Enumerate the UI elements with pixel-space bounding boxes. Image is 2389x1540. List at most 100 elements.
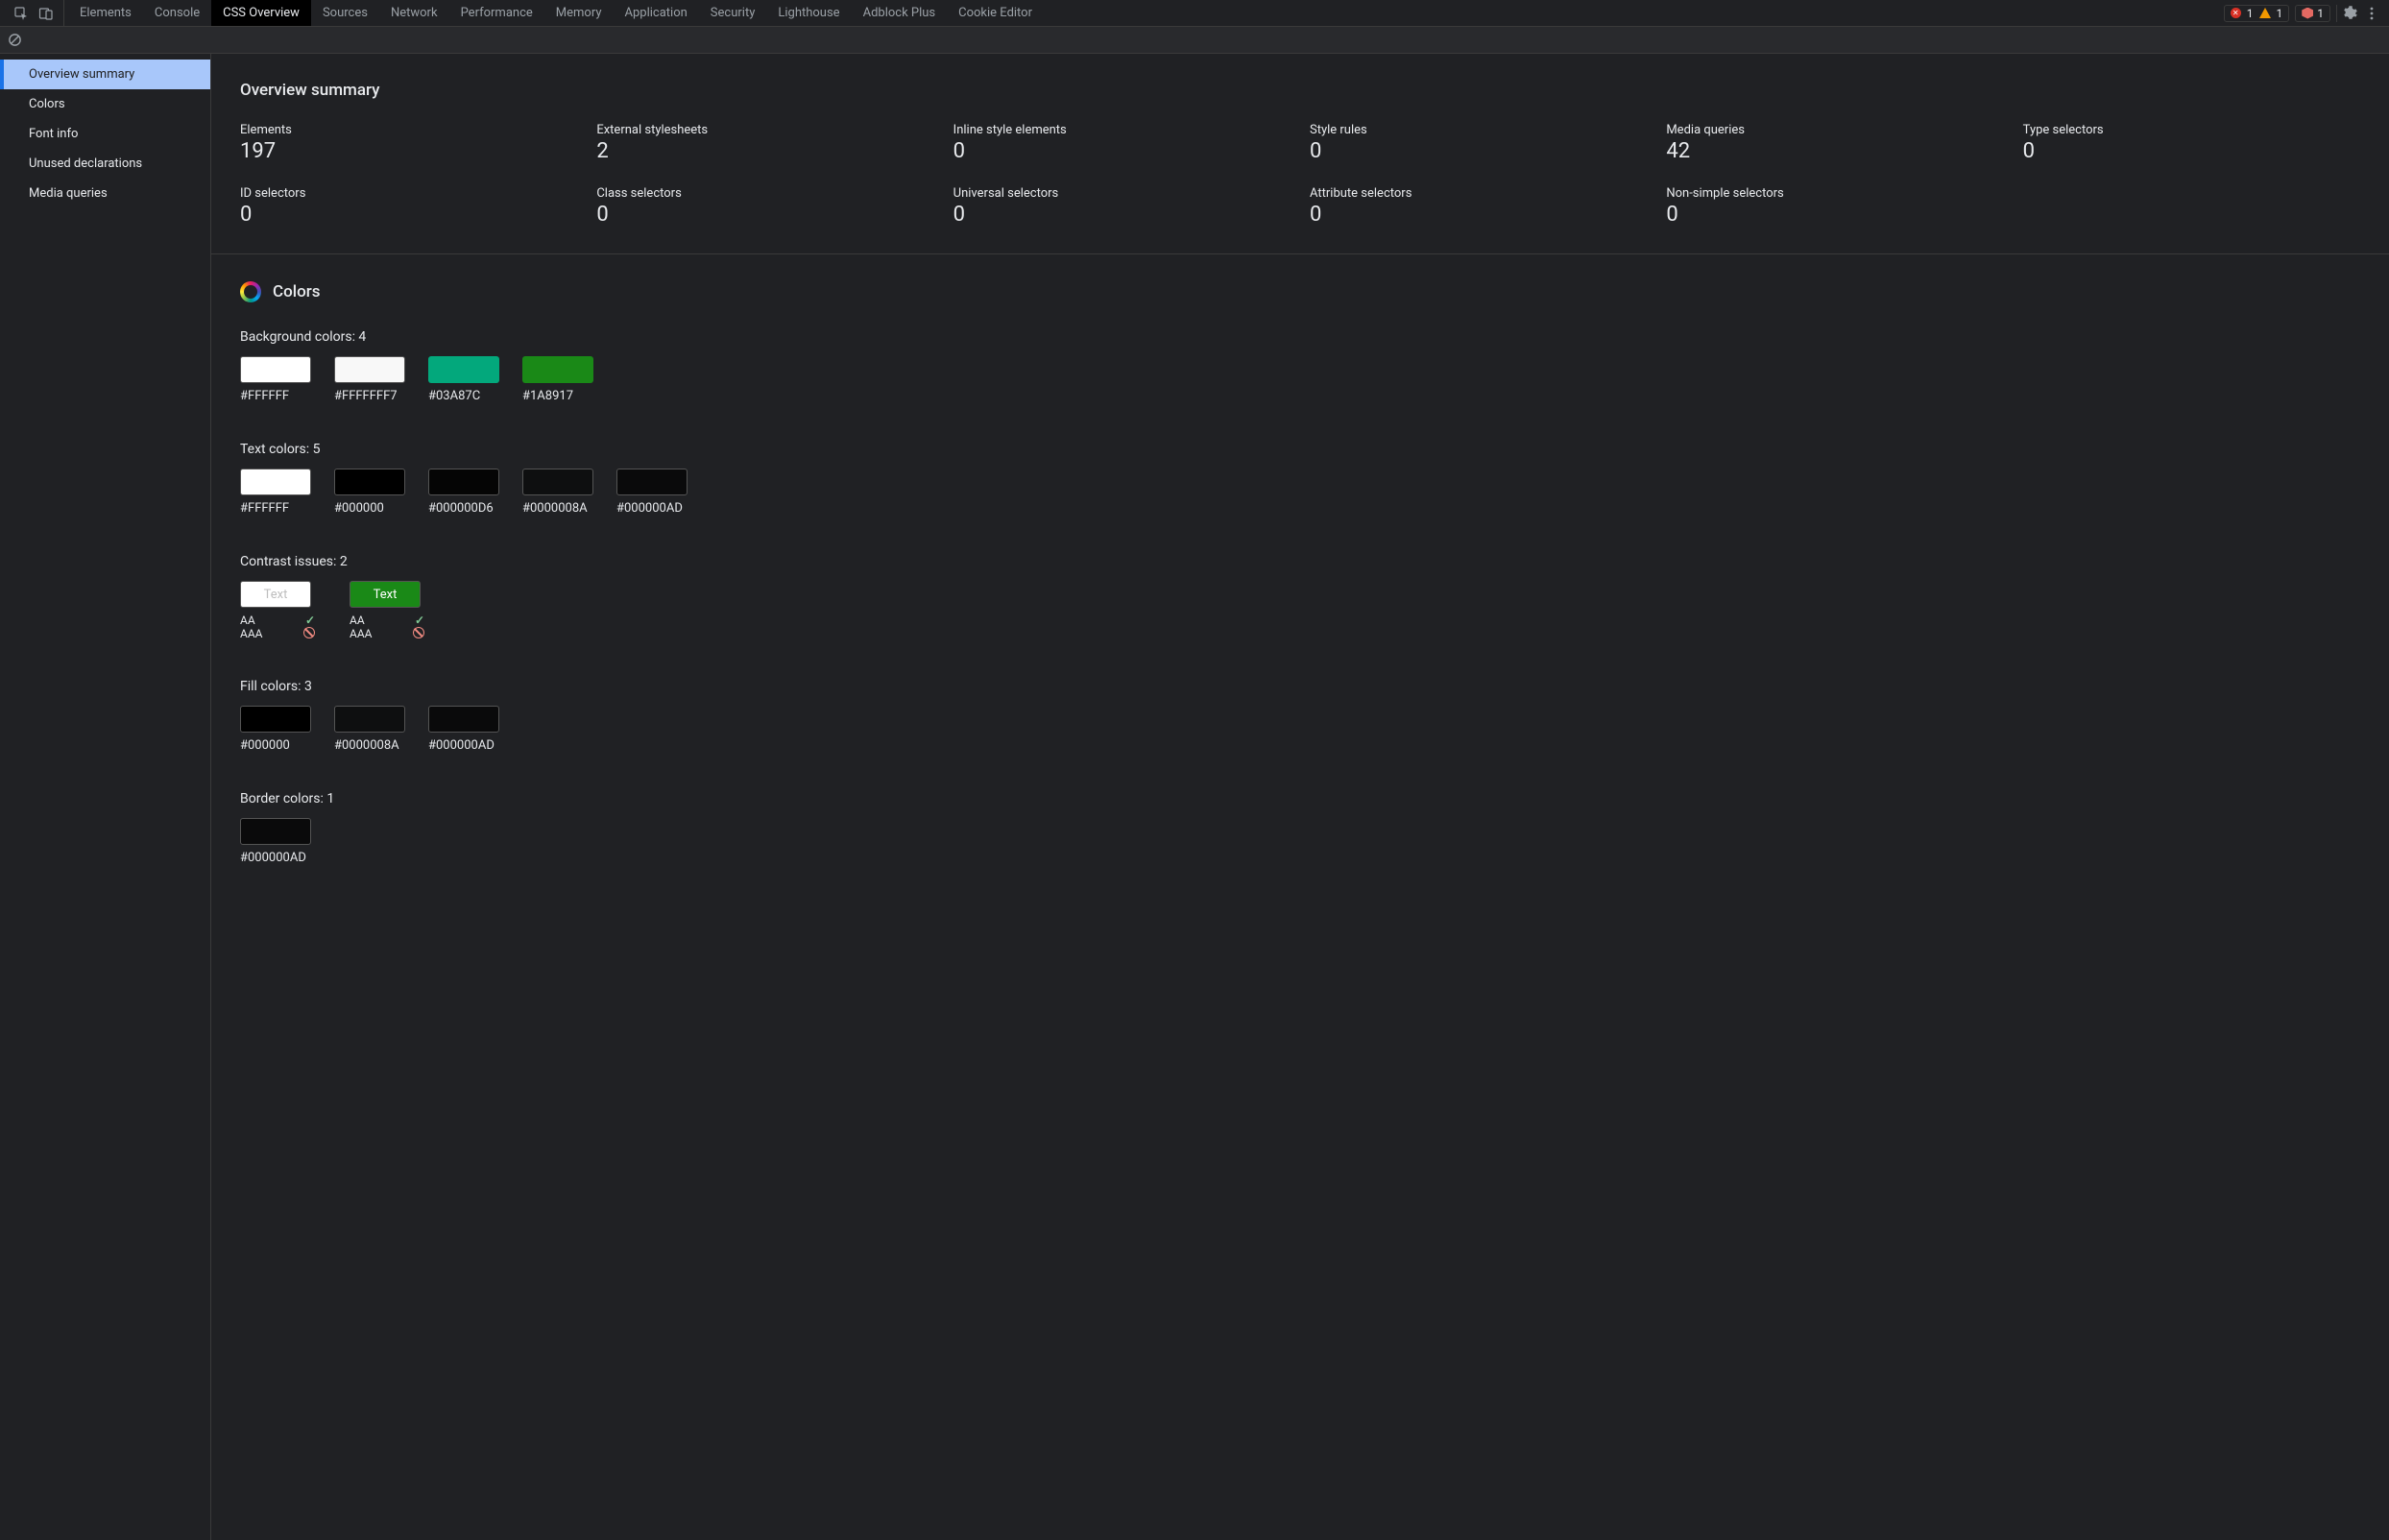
color-swatch[interactable] <box>522 469 593 495</box>
stat-value: 0 <box>1666 203 2003 227</box>
stats-grid: Elements 197 External stylesheets2 Inline s… <box>240 123 2360 227</box>
color-swatch[interactable] <box>616 469 688 495</box>
tab-security[interactable]: Security <box>699 0 767 26</box>
tab-sources[interactable]: Sources <box>311 0 379 26</box>
stat-label: Elements <box>240 123 577 137</box>
tab-elements[interactable]: Elements <box>68 0 143 26</box>
settings-icon[interactable] <box>2343 6 2358 21</box>
stat-external-stylesheets: External stylesheets2 <box>596 123 933 163</box>
color-swatch[interactable] <box>334 706 405 733</box>
swatch-label: #000000AD <box>240 851 311 865</box>
contrast-aa-row: AA✓ <box>350 614 436 627</box>
swatch-item: #000000AD <box>240 818 311 865</box>
tab-css-overview[interactable]: CSS Overview <box>211 0 311 26</box>
tab-adblock-plus[interactable]: Adblock Plus <box>852 0 948 26</box>
contrast-item: Text AA✓AAA <box>350 581 436 640</box>
issues-badge[interactable]: 1 <box>2295 5 2330 22</box>
contrast-swatch[interactable]: Text <box>350 581 421 608</box>
top-right-controls: ✕ 1 1 1 <box>2224 5 2385 22</box>
stat-attribute-selectors: Attribute selectors0 <box>1310 186 1647 227</box>
swatch-item: #1A8917 <box>522 356 593 403</box>
sidebar-item-font-info[interactable]: Font info <box>0 119 210 149</box>
stat-value: 0 <box>1310 203 1647 227</box>
stat-value: 0 <box>240 203 577 227</box>
swatch-item: #FFFFFF <box>240 356 311 403</box>
tab-memory[interactable]: Memory <box>544 0 614 26</box>
swatch-item: #FFFFFF <box>240 469 311 516</box>
color-swatch[interactable] <box>428 469 499 495</box>
tab-cookie-editor[interactable]: Cookie Editor <box>947 0 1044 26</box>
swatch-item: #000000D6 <box>428 469 499 516</box>
error-icon: ✕ <box>2231 8 2241 18</box>
swatch-item: #000000 <box>334 469 405 516</box>
swatch-label: #000000D6 <box>428 501 499 516</box>
more-menu-icon[interactable] <box>2364 6 2379 21</box>
color-swatch[interactable] <box>240 356 311 383</box>
sidebar-item-media-queries[interactable]: Media queries <box>0 179 210 208</box>
tab-performance[interactable]: Performance <box>449 0 544 26</box>
stat-inline-style-elements: Inline style elements0 <box>953 123 1291 163</box>
color-swatch[interactable] <box>240 469 311 495</box>
aaa-label: AAA <box>350 627 372 640</box>
contrast-aaa-row: AAA <box>240 627 326 640</box>
stat-label: Class selectors <box>596 186 933 201</box>
colors-ring-icon <box>240 281 261 302</box>
swatch-label: #0000008A <box>522 501 593 516</box>
contrast-swatch-row: TextAA✓AAATextAA✓AAA <box>240 581 2360 640</box>
colors-header: Colors <box>240 281 2360 302</box>
sidebar-item-colors[interactable]: Colors <box>0 89 210 119</box>
color-swatch[interactable] <box>522 356 593 383</box>
stat-label: Non-simple selectors <box>1666 186 2003 201</box>
sidebar-item-unused-declarations[interactable]: Unused declarations <box>0 149 210 179</box>
sidebar: Overview summaryColorsFont infoUnused de… <box>0 54 211 1540</box>
swatch-item: #03A87C <box>428 356 499 403</box>
stat-value: 197 <box>240 139 577 163</box>
aa-label: AA <box>240 614 255 627</box>
devtools-top-bar: ElementsConsoleCSS OverviewSourcesNetwor… <box>0 0 2389 27</box>
stat-elements: Elements 197 <box>240 123 577 163</box>
color-swatch[interactable] <box>240 706 311 733</box>
swatch-label: #000000 <box>334 501 405 516</box>
stat-id-selectors: ID selectors0 <box>240 186 577 227</box>
swatch-label: #0000008A <box>334 738 405 753</box>
clear-icon[interactable] <box>8 33 22 47</box>
stat-style-rules: Style rules0 <box>1310 123 1647 163</box>
contrast-swatch[interactable]: Text <box>240 581 311 608</box>
stat-value: 0 <box>953 203 1291 227</box>
color-swatch[interactable] <box>334 356 405 383</box>
swatch-label: #000000AD <box>616 501 688 516</box>
error-count: 1 <box>2247 7 2254 20</box>
device-toggle-icon[interactable] <box>38 6 54 21</box>
issue-count: 1 <box>2317 7 2324 20</box>
check-icon: ✓ <box>305 614 315 627</box>
aaa-label: AAA <box>240 627 262 640</box>
tab-application[interactable]: Application <box>614 0 699 26</box>
color-swatch[interactable] <box>428 356 499 383</box>
swatch-label: #FFFFFF <box>240 389 311 403</box>
stat-value: 2 <box>596 139 933 163</box>
sidebar-item-overview-summary[interactable]: Overview summary <box>0 60 210 89</box>
stat-value: 42 <box>1666 139 2003 163</box>
border-swatch-row: #000000AD <box>240 818 2360 865</box>
color-swatch[interactable] <box>428 706 499 733</box>
inspect-icon[interactable] <box>13 6 29 21</box>
divider <box>2336 5 2337 22</box>
stat-class-selectors: Class selectors0 <box>596 186 933 227</box>
swatch-item: #0000008A <box>522 469 593 516</box>
color-swatch[interactable] <box>240 818 311 845</box>
swatch-item: #FFFFFFF7 <box>334 356 405 403</box>
stat-label: Type selectors <box>2023 123 2360 137</box>
tab-network[interactable]: Network <box>379 0 449 26</box>
stat-value: 0 <box>953 139 1291 163</box>
color-swatch[interactable] <box>334 469 405 495</box>
tab-console[interactable]: Console <box>143 0 211 26</box>
swatch-item: #000000AD <box>428 706 499 753</box>
swatch-label: #000000 <box>240 738 311 753</box>
overview-section: Overview summary Elements197External sty… <box>211 54 2389 254</box>
stat-media-queries: Media queries42 <box>1666 123 2003 163</box>
colors-title: Colors <box>273 282 320 301</box>
fill-swatch-row: #000000 #0000008A #000000AD <box>240 706 2360 753</box>
issue-icon <box>2302 8 2313 19</box>
console-status-badges[interactable]: ✕ 1 1 <box>2224 5 2290 22</box>
tab-lighthouse[interactable]: Lighthouse <box>766 0 851 26</box>
